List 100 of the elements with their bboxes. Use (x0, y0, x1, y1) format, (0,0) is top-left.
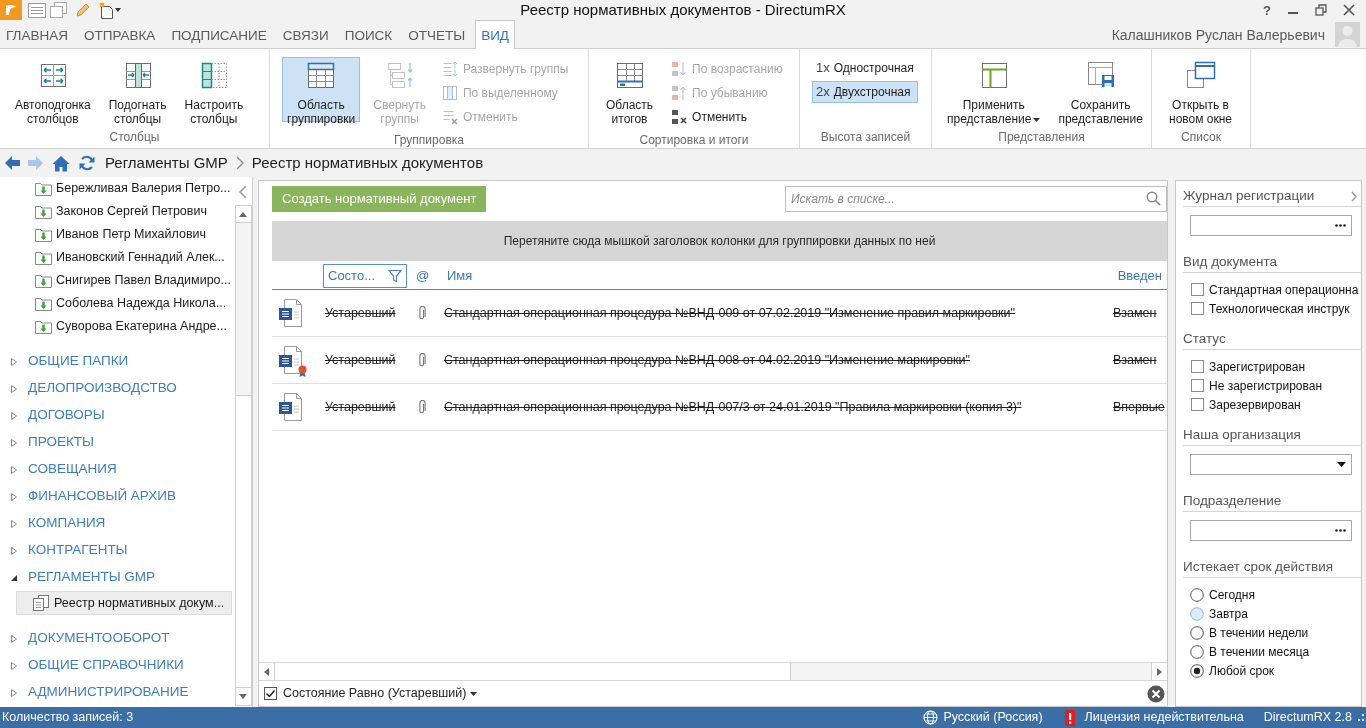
checkbox-label: Не зарегистрирован (1209, 377, 1323, 395)
ribbon-tab[interactable]: ПОДПИСАНИЕ (165, 20, 273, 48)
scroll-down-icon[interactable] (239, 694, 247, 699)
squares-cross-icon (671, 109, 688, 125)
tree-item[interactable]: РЕГЛАМЕНТЫ GMP (0, 564, 234, 591)
tree-item[interactable]: ОБЩИЕ СПРАВОЧНИКИ (0, 652, 234, 679)
tree-item[interactable]: Бережливая Валерия Петро... (0, 177, 234, 200)
document-name-cell: Стандартная операционная процедура №ВНД-007/3 от 24.01.2019 "Правила маркировки (копия 3)" (444, 399, 1022, 414)
ellipsis-icon (1335, 529, 1346, 532)
tree-item[interactable]: Соболева Надежда Никола... (0, 292, 234, 315)
checkbox[interactable] (1191, 360, 1204, 373)
tree-item[interactable]: КОНТРАГЕНТЫ (0, 537, 234, 564)
radio-label: Сегодня (1209, 586, 1255, 604)
tree-item[interactable]: ОБЩИЕ ПАПКИ (0, 348, 234, 375)
tree-item[interactable]: СОВЕЩАНИЯ (0, 456, 234, 483)
lookup-field[interactable] (1190, 215, 1352, 236)
breadcrumb-link[interactable]: Реестр нормативных документов (251, 151, 484, 175)
checkbox[interactable] (1191, 398, 1204, 411)
column-header[interactable]: Введен (1113, 264, 1167, 288)
status-cell: Устаревший (325, 305, 396, 320)
tree-item[interactable]: Ивановский Геннадий Алек... (0, 246, 234, 269)
collapsed-triangle-icon (10, 464, 18, 475)
search-field[interactable]: Искать в списке... (785, 186, 1167, 212)
back-arrow-icon[interactable] (4, 155, 21, 171)
list-icon[interactable] (28, 2, 46, 18)
app-logo-icon[interactable] (0, 0, 22, 20)
ribbon-group-label: Представления (998, 130, 1085, 144)
column-header[interactable]: @ (407, 264, 443, 288)
checkbox-label: Стандартная операционна (1209, 281, 1359, 299)
tree-item[interactable]: Снигирев Павел Владимиро... (0, 269, 234, 292)
radio-button[interactable] (1190, 644, 1204, 659)
radio-button[interactable] (1190, 587, 1204, 602)
windows-icon[interactable] (50, 2, 67, 18)
pencil-icon[interactable] (75, 2, 91, 18)
ribbon-tab[interactable]: СВЯЗИ (276, 20, 335, 48)
tree-item[interactable]: Реестр нормативных докум... (16, 591, 232, 615)
checkbox[interactable] (1191, 379, 1204, 392)
clear-icon[interactable] (1147, 684, 1165, 703)
ribbon-tab[interactable]: ОТЧЕТЫ (402, 20, 472, 48)
chevron-left-icon[interactable] (239, 185, 247, 199)
tree-item[interactable]: ФИНАНСОВЫЙ АРХИВ (0, 483, 234, 510)
single-line-button[interactable]: 1x Однострочная (812, 57, 918, 79)
tree-item[interactable]: Суворова Екатерина Андре... (0, 315, 234, 338)
radio-label: В течении недели (1209, 624, 1309, 642)
scrollbar-thumb[interactable] (275, 663, 791, 680)
checkbox[interactable] (1191, 302, 1204, 315)
tree-item[interactable]: ДОКУМЕНТООБОРОТ (0, 625, 234, 652)
help-button[interactable]: ? (1263, 3, 1271, 17)
tree-item[interactable]: АДМИНИСТРИРОВАНИЕ (0, 679, 234, 706)
tree-item[interactable]: ДЕЛОПРОИЗВОДСТВО (0, 375, 234, 402)
ribbon-tab[interactable]: ВИД (475, 20, 515, 49)
tree-item[interactable]: ПРОЕКТЫ (0, 429, 234, 456)
breadcrumb-link[interactable]: Регламенты GMP (105, 151, 228, 175)
checkbox[interactable] (1191, 283, 1204, 296)
chevron-right-icon[interactable] (1351, 190, 1357, 202)
scroll-up-icon[interactable] (239, 211, 247, 217)
folder-arrow-icon (35, 273, 52, 288)
new-document-icon[interactable] (98, 1, 114, 19)
tree-item[interactable]: Законов Сергей Петрович (0, 200, 234, 223)
radio-label: Завтра (1209, 605, 1248, 623)
column-header[interactable]: Имя (443, 264, 1113, 288)
filter-condition[interactable]: Состояние Равно (Устаревший) (283, 684, 467, 703)
home-icon[interactable] (52, 154, 70, 172)
radio-button[interactable] (1190, 606, 1204, 621)
tree-item[interactable]: КОМПАНИЯ (0, 510, 234, 537)
filter-section-title: Истекает срок действия (1183, 557, 1333, 576)
caret-icon[interactable] (115, 8, 121, 12)
open-new-window-button[interactable]: Открыть в новом окне (1164, 57, 1238, 122)
column-header[interactable]: Состо... (323, 264, 407, 288)
checkbox-label: Зарегистрирован (1209, 358, 1306, 376)
dropdown-field[interactable] (1190, 454, 1352, 475)
language-indicator[interactable]: Русский (Россия) (943, 708, 1043, 727)
totals-area-button[interactable]: Область итогов (601, 57, 659, 122)
document-name-cell: Стандартная операционная процедура №ВНД-009 от 07.02.2019 "Изменение правил маркировки" (444, 305, 1015, 320)
scrollbar-thumb[interactable] (235, 395, 251, 688)
tree-item[interactable]: ДОГОВОРЫ (0, 402, 234, 429)
tree-item[interactable]: Иванов Петр Михайлович (0, 223, 234, 246)
document-name-cell: Стандартная операционная процедура №ВНД-008 от 04.02.2019 "Изменение маркировки" (444, 352, 970, 367)
double-line-button[interactable]: 2x Двухстрочная (812, 81, 918, 103)
cancel-sort-button[interactable]: Отменить (668, 105, 786, 129)
ribbon-group-label: Группировка (394, 133, 464, 147)
introduced-cell: Взамен (1113, 305, 1157, 320)
folder-arrow-icon (35, 204, 52, 219)
ribbon-tab[interactable]: ГЛАВНАЯ (0, 20, 74, 48)
ribbon-tab[interactable]: ПОИСК (338, 20, 399, 48)
radio-button[interactable] (1190, 663, 1204, 678)
ribbon-tab[interactable]: ОТПРАВКА (77, 20, 162, 48)
checkbox[interactable] (264, 687, 277, 700)
scroll-right-icon[interactable] (1157, 667, 1162, 676)
columns-icon (441, 85, 458, 101)
scroll-left-icon[interactable] (264, 667, 269, 676)
close-icon[interactable] (1343, 4, 1355, 16)
caret-icon[interactable] (470, 691, 478, 696)
restore-icon[interactable] (1315, 4, 1327, 16)
refresh-icon[interactable] (78, 154, 96, 172)
chevron-right-icon (235, 156, 244, 170)
ribbon-group-label: Столбцы (109, 130, 160, 144)
lookup-field[interactable] (1190, 520, 1352, 541)
radio-button[interactable] (1190, 625, 1204, 640)
ribbon-group-label: Сортировка и итоги (639, 133, 749, 147)
